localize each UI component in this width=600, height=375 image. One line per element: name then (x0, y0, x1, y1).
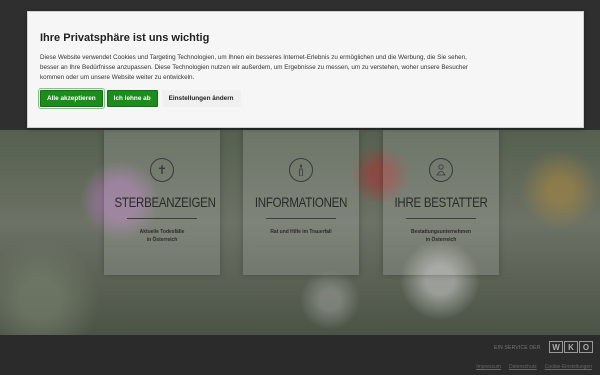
cookie-consent-banner: Ihre Privatsphäre ist uns wichtig Diese … (27, 11, 584, 128)
reject-button[interactable]: Ich lehne ab (106, 90, 158, 107)
tile-subtitle-line2: in Österreich (425, 237, 457, 243)
accept-all-button[interactable]: Alle akzeptieren (38, 88, 105, 109)
tile-subtitle-line1: Aktuelle Todesfälle (139, 229, 185, 235)
wko-letter-o: O (579, 341, 593, 353)
cookie-button-row: Alle akzeptieren Ich lehne ab Einstellun… (38, 88, 571, 109)
tile-title: INFORMATIONEN (254, 194, 348, 210)
tile-subtitle: Aktuelle Todesfälle in Österreich (110, 228, 214, 244)
wko-letter-k: K (564, 341, 578, 353)
candle-icon (289, 158, 313, 182)
footer-links: Impressum Datenschutz Cookie-Einstellung… (476, 364, 592, 370)
cookie-banner-title: Ihre Privatsphäre ist uns wichtig (40, 32, 210, 44)
tile-divider (127, 218, 197, 219)
tile-divider (266, 218, 336, 219)
wko-logo[interactable]: W K O (549, 341, 593, 353)
footer-link-impressum[interactable]: Impressum (476, 364, 501, 370)
tile-ihre-bestatter[interactable]: IHRE BESTATTER Bestattungsunternehmen in… (383, 130, 499, 275)
tile-sterbeanzeigen[interactable]: ✝ STERBEANZEIGEN Aktuelle Todesfälle in … (104, 130, 220, 275)
tile-title: STERBEANZEIGEN (114, 194, 216, 210)
tile-subtitle-line1: Bestattungsunternehmen (411, 229, 471, 235)
tile-subtitle: Rat und Hilfe im Trauerfall (249, 228, 353, 236)
cookie-banner-text-line1: Diese Website verwendet Cookies und Targ… (40, 54, 467, 61)
tile-subtitle-line2: in Österreich (146, 237, 178, 243)
cookie-banner-text-line2: besser an Ihre Bedürfnisse anzupassen. D… (40, 64, 468, 71)
tile-divider (406, 218, 476, 219)
tile-subtitle-line1: Rat und Hilfe im Trauerfall (270, 229, 332, 235)
cookie-banner-text: Diese Website verwendet Cookies und Targ… (40, 53, 570, 83)
footer-link-cookie-settings[interactable]: Cookie-Einstellungen (545, 364, 592, 370)
footer-link-datenschutz[interactable]: Datenschutz (509, 364, 537, 370)
cookie-banner-text-line3: kommen oder um unsere Website weiter zu … (40, 74, 195, 81)
wko-letter-w: W (549, 341, 563, 353)
person-icon (429, 158, 453, 182)
cross-icon: ✝ (150, 158, 174, 182)
tile-title: IHRE BESTATTER (394, 194, 488, 210)
footer-service-label: EIN SERVICE DER (494, 345, 541, 351)
change-settings-button[interactable]: Einstellungen ändern (161, 90, 241, 107)
tile-subtitle: Bestattungsunternehmen in Österreich (389, 228, 493, 244)
tile-informationen[interactable]: INFORMATIONEN Rat und Hilfe im Trauerfal… (243, 130, 359, 275)
